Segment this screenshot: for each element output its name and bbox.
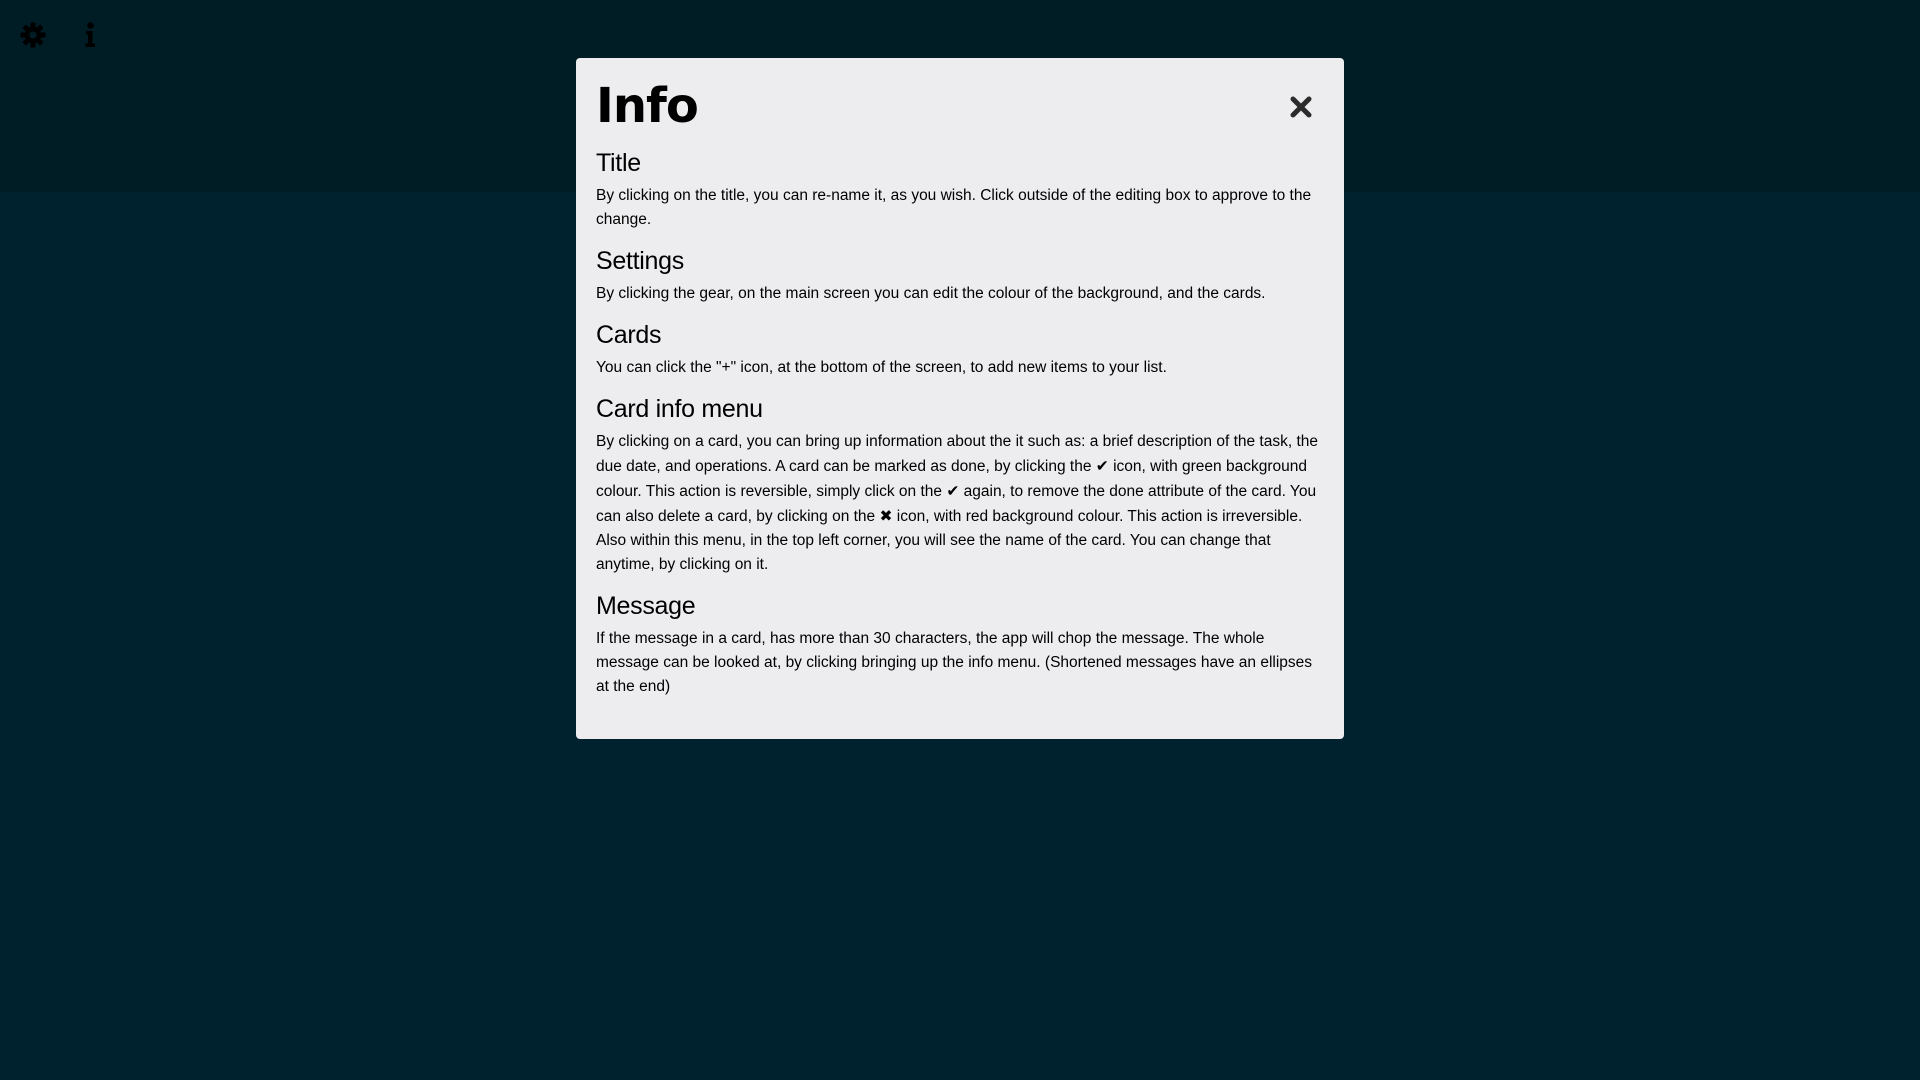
section-title: Title By clicking on the title, you can … — [596, 148, 1324, 232]
check-icon: ✔ — [1095, 457, 1109, 475]
section-heading: Card info menu — [596, 395, 763, 423]
section-text: By clicking on the title, you can re-nam… — [596, 187, 1312, 228]
section-card-info-menu: Card info menu By clicking on a card, yo… — [596, 394, 1324, 577]
section-text: By clicking the gear, on the main screen… — [596, 285, 1266, 302]
section-message: Message If the message in a card, has mo… — [596, 591, 1324, 699]
info-icon — [85, 22, 95, 47]
close-button[interactable] — [1286, 92, 1316, 122]
section-heading: Cards — [596, 321, 662, 349]
modal-title: Info — [596, 78, 699, 134]
settings-button[interactable] — [16, 18, 50, 52]
check-icon: ✔ — [946, 482, 960, 500]
section-cards: Cards You can click the "+" icon, at the… — [596, 320, 1324, 380]
cross-icon: ✖ — [879, 507, 893, 525]
section-heading: Message — [596, 592, 696, 620]
section-text: By clicking on a card, you can bring up … — [596, 430, 1324, 577]
section-settings: Settings By clicking the gear, on the ma… — [596, 246, 1324, 306]
gear-icon — [20, 22, 46, 48]
section-heading: Settings — [596, 247, 684, 275]
section-heading: Title — [596, 149, 641, 177]
section-text: If the message in a card, has more than … — [596, 630, 1313, 695]
section-text: You can click the "+" icon, at the botto… — [596, 359, 1167, 376]
info-button[interactable] — [73, 18, 107, 52]
close-icon — [1290, 96, 1312, 118]
info-modal: Info Title By clicking on the title, you… — [576, 58, 1344, 739]
